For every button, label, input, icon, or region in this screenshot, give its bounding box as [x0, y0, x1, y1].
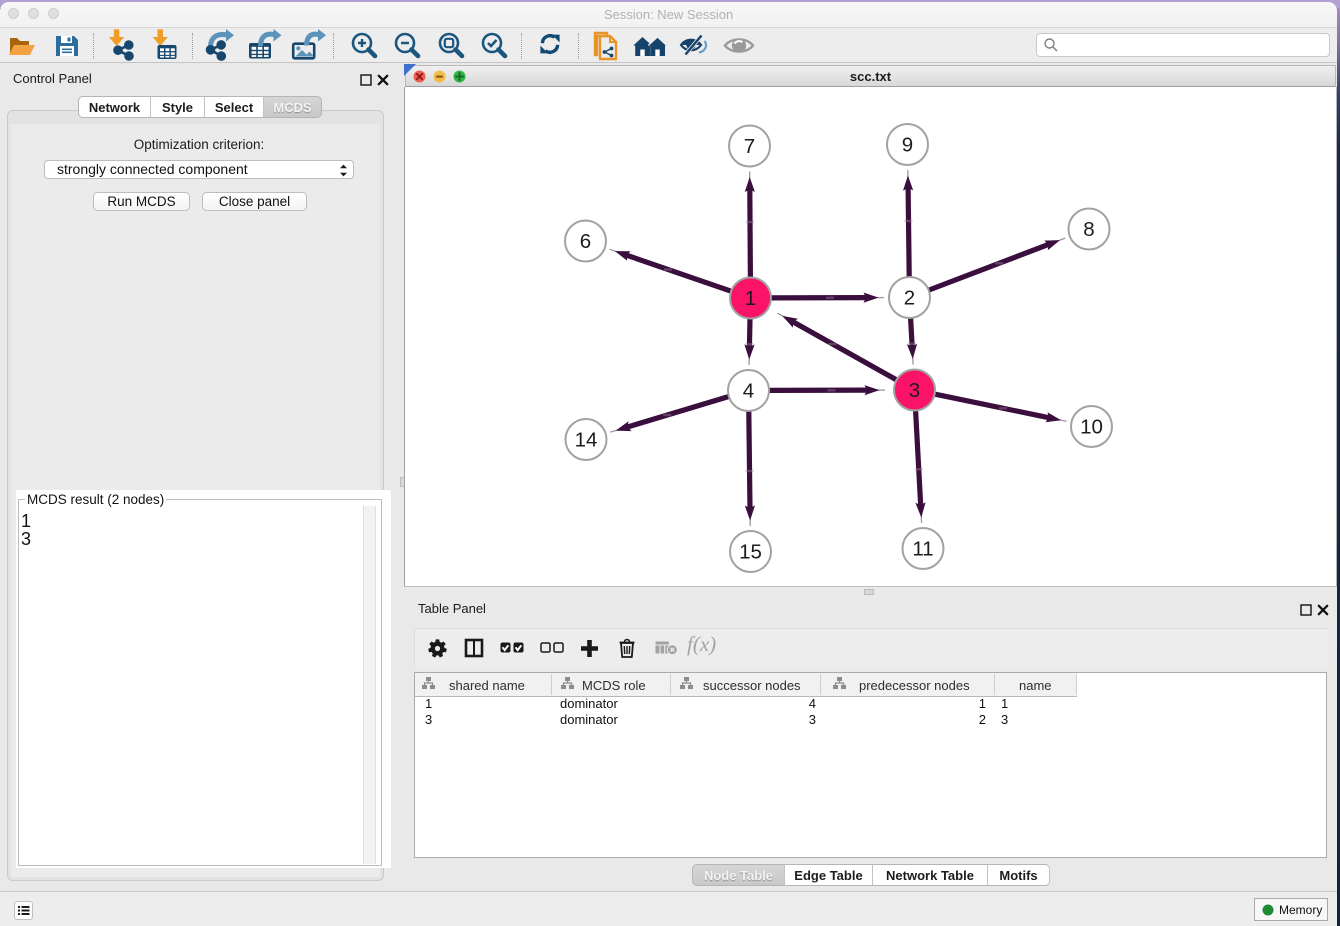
svg-text:1: 1 — [745, 287, 756, 310]
svg-text:3: 3 — [909, 379, 920, 402]
svg-text:8: 8 — [1083, 218, 1094, 241]
svg-text:6: 6 — [580, 230, 591, 253]
svg-text:11: 11 — [912, 538, 933, 561]
svg-text:15: 15 — [739, 541, 762, 564]
svg-text:4: 4 — [743, 380, 754, 403]
svg-text:2: 2 — [904, 287, 915, 310]
svg-text:14: 14 — [575, 429, 598, 452]
svg-text:7: 7 — [744, 135, 755, 158]
svg-text:10: 10 — [1080, 416, 1103, 439]
svg-text:9: 9 — [902, 134, 913, 157]
